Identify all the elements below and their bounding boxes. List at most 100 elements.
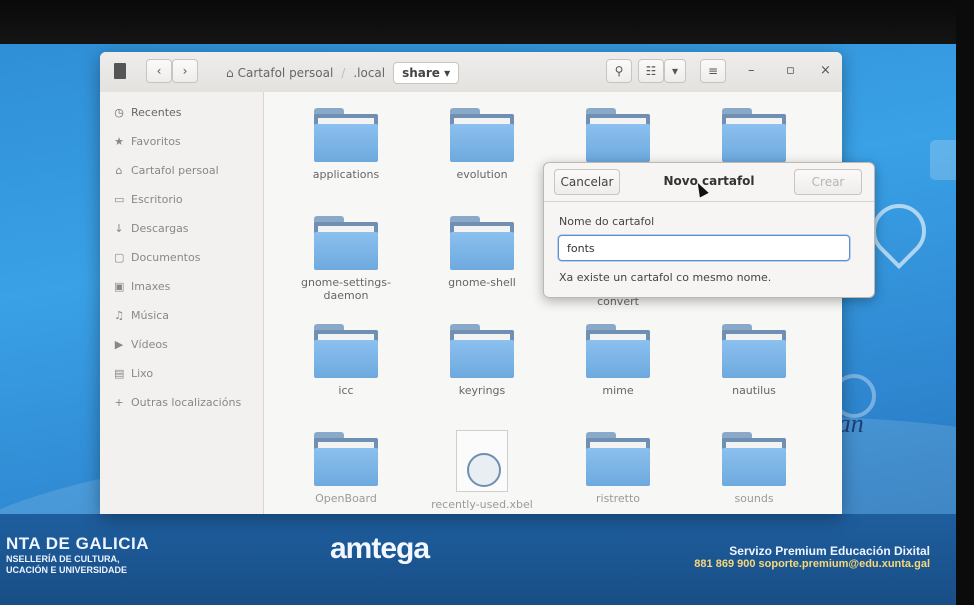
sidebar-item[interactable]: ▣ Imaxes (100, 272, 263, 301)
file-name: icc (338, 384, 354, 397)
file-name: keyrings (458, 384, 506, 397)
sidebar-item-label: Recentes (131, 106, 182, 119)
sidebar-item-icon: ★ (114, 135, 124, 148)
close-button[interactable]: × (820, 63, 831, 78)
folder-icon (314, 108, 378, 162)
folder-icon (450, 324, 514, 378)
file-item[interactable]: ristretto (550, 426, 686, 514)
places-sidebar: ◷ Recentes ★ Favoritos ⌂ Cartafol persoal ▭ Esc… (100, 92, 264, 514)
sidebar-item[interactable]: ▶ Vídeos (100, 330, 263, 359)
cancel-button[interactable]: Cancelar (554, 169, 620, 195)
breadcrumb-current[interactable]: share ▾ (393, 62, 460, 84)
file-name: evolution (456, 168, 508, 181)
sidebar-item[interactable]: + Outras localizacións (100, 388, 263, 417)
sidebar-item-label: Vídeos (131, 338, 168, 351)
sidebar-item[interactable]: ▤ Lixo (100, 359, 263, 388)
view-options-button[interactable]: ▾ (664, 59, 686, 83)
sidebar-item-label: Imaxes (131, 280, 171, 293)
file-item[interactable]: gnome-settings-daemon (278, 210, 414, 318)
forward-button[interactable]: › (172, 59, 198, 83)
new-folder-dialog: Cancelar Novo cartafol Crear Nome do car… (543, 162, 875, 298)
amtega-wordmark: amtega (330, 532, 430, 565)
maximize-button[interactable]: ▫ (786, 63, 795, 78)
menu-button[interactable]: ≡ (700, 59, 726, 83)
list-view-icon: ☷ (645, 64, 657, 78)
sidebar-item-label: Favoritos (131, 135, 181, 148)
file-item[interactable]: gnome-shell (414, 210, 550, 318)
forward-icon: › (182, 64, 188, 78)
file-item[interactable]: nautilus (686, 318, 822, 426)
breadcrumb-current-label: share (402, 66, 440, 80)
screen-bezel (0, 0, 974, 48)
file-item[interactable]: icc (278, 318, 414, 426)
sidebar-item-label: Descargas (131, 222, 189, 235)
home-icon: ⌂ (226, 66, 234, 80)
file-item[interactable]: keyrings (414, 318, 550, 426)
minimize-button[interactable]: – (748, 63, 755, 78)
file-name: OpenBoard (315, 492, 377, 505)
sidebar-item-icon: ↓ (114, 222, 124, 235)
hamburger-icon: ≡ (707, 64, 719, 78)
chevron-down-icon: ▾ (671, 64, 679, 78)
dialog-title: Novo cartafol (663, 174, 755, 188)
file-item[interactable]: applications (278, 102, 414, 210)
folder-name-input[interactable]: fonts (558, 235, 850, 261)
sidebar-item-icon: ◷ (114, 106, 124, 119)
folder-icon (586, 324, 650, 378)
breadcrumb-separator: / (341, 66, 346, 80)
file-name: sounds (734, 492, 774, 505)
sidebar-item-label: Lixo (131, 367, 154, 380)
sidebar-toggle-icon[interactable] (114, 63, 126, 79)
folder-icon (722, 324, 786, 378)
sidebar-item-label: Documentos (131, 251, 201, 264)
sidebar-item-icon: ▶ (114, 338, 124, 351)
folder-icon (314, 432, 378, 486)
search-icon: ⚲ (614, 64, 624, 78)
folder-icon (450, 216, 514, 270)
file-name: mime (602, 384, 634, 397)
file-name: gnome-shell (448, 276, 516, 289)
folder-icon (586, 108, 650, 162)
folder-icon (314, 216, 378, 270)
sidebar-item-icon: ⌂ (115, 164, 123, 177)
sidebar-item-icon: ♫ (114, 309, 124, 322)
file-item[interactable]: evolution (414, 102, 550, 210)
sidebar-item[interactable]: ⌂ Cartafol persoal (100, 156, 263, 185)
sidebar-item-label: Cartafol persoal (131, 164, 219, 177)
search-button[interactable]: ⚲ (606, 59, 632, 83)
file-name: gnome-settings-daemon (301, 276, 391, 302)
sidebar-item[interactable]: ◷ Recentes (100, 98, 263, 127)
calculator-icon (930, 140, 956, 180)
back-button[interactable]: ‹ (146, 59, 172, 83)
file-item[interactable]: OpenBoard (278, 426, 414, 514)
file-name: nautilus (732, 384, 776, 397)
support-title: Servizo Premium Educación Dixital (729, 544, 930, 558)
file-item[interactable]: recently-used.xbel (414, 426, 550, 514)
breadcrumb-local[interactable]: .local (353, 66, 385, 80)
file-name: recently-used.xbel (431, 498, 533, 511)
xunta-dept-line1: NSELLERÍA DE CULTURA, (6, 554, 120, 564)
sidebar-item[interactable]: ▭ Escritorio (100, 185, 263, 214)
folder-icon (722, 432, 786, 486)
file-name: ristretto (595, 492, 641, 505)
folder-icon (722, 108, 786, 162)
create-button[interactable]: Crear (794, 169, 862, 195)
breadcrumb-home-label: Cartafol persoal (237, 66, 334, 80)
sidebar-item-label: Música (131, 309, 170, 322)
sidebar-item[interactable]: ↓ Descargas (100, 214, 263, 243)
support-banner: Servizo Premium Educación Dixital 881 86… (520, 544, 930, 570)
back-icon: ‹ (156, 64, 162, 78)
file-item[interactable]: sounds (686, 426, 822, 514)
folder-icon (450, 108, 514, 162)
file-item[interactable]: mime (550, 318, 686, 426)
sidebar-item[interactable]: ★ Favoritos (100, 127, 263, 156)
folder-icon (586, 432, 650, 486)
sidebar-item-icon: ▭ (114, 193, 125, 206)
sidebar-item-icon: ▢ (114, 251, 125, 264)
screen-bezel-right (956, 0, 974, 605)
view-toggle-button[interactable]: ☷ (638, 59, 664, 83)
breadcrumb-home[interactable]: ⌂ Cartafol persoal (226, 66, 333, 80)
sidebar-item[interactable]: ▢ Documentos (100, 243, 263, 272)
sidebar-item-icon: ▣ (114, 280, 125, 293)
sidebar-item[interactable]: ♫ Música (100, 301, 263, 330)
